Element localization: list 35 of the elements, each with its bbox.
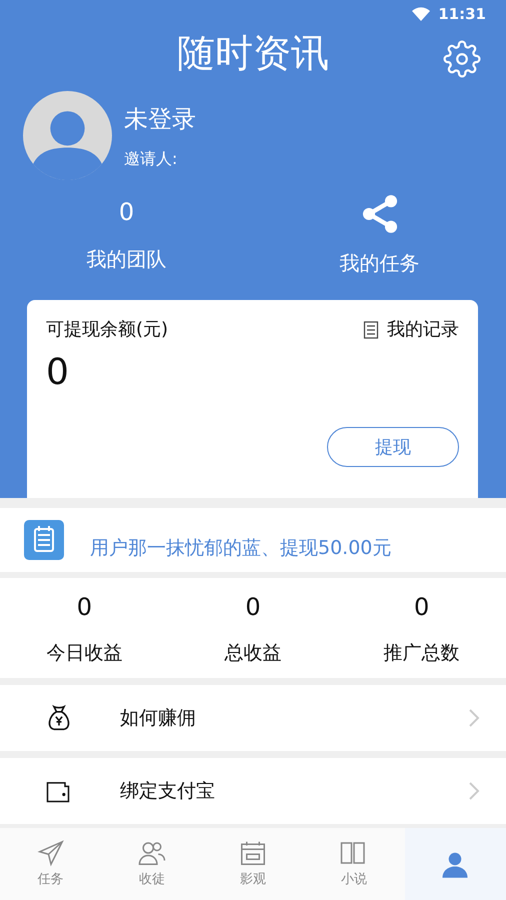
balance-amount: 0 <box>46 351 70 395</box>
summary-label[interactable]: 我的任务 <box>340 248 420 278</box>
avatar-icon <box>23 91 112 180</box>
chevron-right-icon <box>468 781 480 801</box>
notepad-icon <box>24 520 64 560</box>
stat-value: 0 <box>245 592 261 623</box>
settings-icon[interactable] <box>443 40 481 78</box>
chevron-right-icon <box>468 708 480 728</box>
user-name: 未登录 <box>124 104 196 134</box>
stat-label: 总收益 <box>224 640 282 666</box>
paper-plane-icon <box>36 838 66 868</box>
team-count: 0 <box>118 197 134 228</box>
tab[interactable]: 小说 <box>304 828 405 900</box>
stat-label: 今日收益 <box>46 640 122 666</box>
balance-label: 可提现余额(元) <box>46 318 168 342</box>
tab[interactable] <box>404 828 506 900</box>
ticker-text: 用户那一抹忧郁的蓝、提现50.00元 <box>90 536 392 561</box>
wifi-icon <box>412 7 430 21</box>
summary-label[interactable]: 我的团队 <box>86 244 166 274</box>
menu-label: 绑定支付宝 <box>120 778 216 804</box>
tab[interactable]: 任务 <box>0 828 102 900</box>
tab[interactable]: 影观 <box>202 828 304 900</box>
status-time: 11:31 <box>438 4 486 25</box>
stat-value: 0 <box>76 592 92 623</box>
tab[interactable]: 收徒 <box>101 828 202 900</box>
inviter-label: 邀请人: <box>124 148 178 170</box>
records-link[interactable]: 我的记录 <box>387 316 459 343</box>
menu-item[interactable]: 绑定支付宝 <box>0 758 506 824</box>
app-title: 随时资讯 <box>177 30 329 77</box>
menu-label: 如何赚佣 <box>120 706 197 731</box>
stat-label: 推广总数 <box>384 640 460 666</box>
stat-value: 0 <box>414 592 430 623</box>
document-icon <box>363 320 379 338</box>
menu-item[interactable]: 如何赚佣 <box>0 685 506 751</box>
withdraw-button[interactable]: 提现 <box>327 427 459 467</box>
